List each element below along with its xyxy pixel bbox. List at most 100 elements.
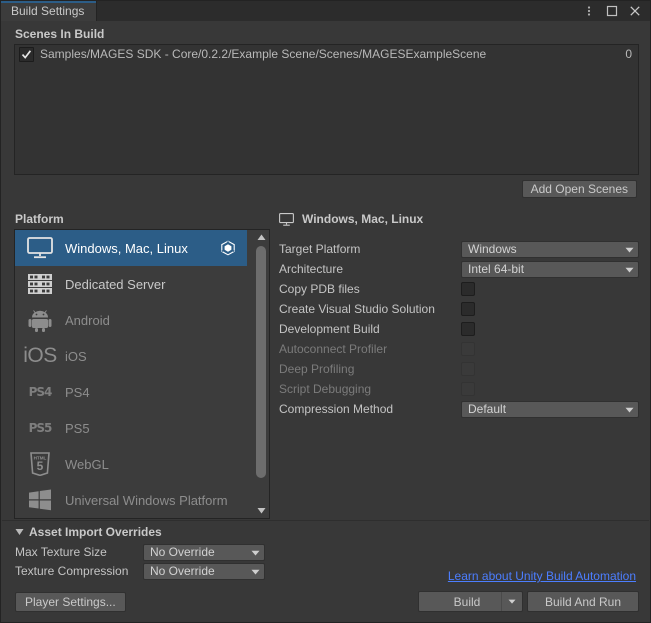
build-and-run-label: Build And Run: [544, 594, 622, 609]
script-debugging-label: Script Debugging: [279, 382, 372, 396]
platform-settings-header: Windows, Mac, Linux: [279, 209, 639, 229]
chevron-down-icon: [625, 402, 634, 416]
section-divider: [2, 520, 649, 521]
max-texture-size-dropdown[interactable]: No Override: [143, 543, 265, 561]
window-controls: [582, 1, 650, 21]
platform-item-webgl[interactable]: 5 HTML WebGL: [15, 446, 247, 482]
scenes-in-build-header: Scenes In Build: [15, 27, 105, 41]
setting-row: Compression Method Default: [279, 399, 639, 419]
build-dropdown-arrow-icon[interactable]: [501, 592, 522, 611]
compression-method-value: Default: [468, 402, 507, 416]
platform-item-label: Windows, Mac, Linux: [65, 240, 188, 256]
add-open-scenes-button[interactable]: Add Open Scenes: [521, 180, 637, 198]
platform-item-windows-mac-linux[interactable]: Windows, Mac, Linux: [15, 230, 247, 266]
platform-item-label: Dedicated Server: [65, 276, 166, 292]
development-build-checkbox[interactable]: [461, 322, 475, 336]
build-settings-window: Build Settings Scenes In Build Samples/M…: [0, 0, 651, 623]
create-visual-studio-solution-checkbox[interactable]: [461, 302, 475, 316]
compression-method-label: Compression Method: [279, 402, 394, 416]
deep-profiling-label: Deep Profiling: [279, 362, 355, 376]
windows-icon: [25, 487, 55, 513]
max-texture-size-label: Max Texture Size: [15, 545, 107, 559]
build-button-label: Build: [453, 594, 481, 609]
max-texture-size-row: Max Texture Size No Override: [15, 543, 265, 561]
setting-row: Target Platform Windows: [279, 239, 639, 259]
platform-settings-panel: Windows, Mac, Linux Target Platform Windo…: [279, 209, 639, 419]
scene-path: Samples/MAGES SDK - Core/0.2.2/Example S…: [40, 47, 487, 61]
chevron-down-icon: [251, 545, 260, 559]
html5-icon: 5 HTML: [25, 451, 55, 477]
platform-item-ps5[interactable]: PS5 PS5: [15, 410, 247, 446]
compression-method-dropdown[interactable]: Default: [461, 400, 639, 418]
architecture-dropdown[interactable]: Intel 64-bit: [461, 260, 639, 278]
platform-scrollbar[interactable]: [254, 231, 268, 517]
setting-row: Development Build: [279, 319, 639, 339]
more-options-icon[interactable]: [582, 4, 596, 18]
setting-row: Deep Profiling: [279, 359, 639, 379]
asset-import-overrides-header[interactable]: Asset Import Overrides: [15, 525, 162, 539]
autoconnect-profiler-checkbox: [461, 342, 475, 356]
platform-item-ios[interactable]: iOS iOS: [15, 338, 247, 374]
setting-row: Autoconnect Profiler: [279, 339, 639, 359]
development-build-label: Development Build: [279, 322, 380, 336]
maximize-icon[interactable]: [605, 4, 619, 18]
platform-list[interactable]: Windows, Mac, Linux Dedicated Server Andro…: [15, 230, 247, 518]
texture-compression-row: Texture Compression No Override: [15, 562, 265, 580]
scene-index: 0: [625, 47, 632, 61]
platform-item-label: PS5: [65, 420, 90, 436]
architecture-label: Architecture: [279, 262, 344, 276]
setting-row: Script Debugging: [279, 379, 639, 399]
platform-item-ps4[interactable]: PS4 PS4: [15, 374, 247, 410]
server-icon: [25, 271, 55, 297]
scene-row[interactable]: Samples/MAGES SDK - Core/0.2.2/Example S…: [15, 45, 638, 63]
chevron-down-icon: [251, 564, 260, 578]
svg-text:5: 5: [37, 459, 44, 473]
tab-build-settings[interactable]: Build Settings: [1, 1, 98, 21]
copy-pdb-files-checkbox[interactable]: [461, 282, 475, 296]
scrollbar-thumb[interactable]: [256, 246, 266, 478]
platform-item-label: Android: [65, 312, 110, 328]
platform-item-universal-windows-platform[interactable]: Universal Windows Platform: [15, 482, 247, 518]
texture-compression-dropdown[interactable]: No Override: [143, 562, 265, 580]
scroll-down-arrow-icon[interactable]: [254, 504, 268, 517]
platform-item-dedicated-server[interactable]: Dedicated Server: [15, 266, 247, 302]
platform-item-label: iOS: [65, 348, 87, 364]
create-visual-studio-solution-label: Create Visual Studio Solution: [279, 302, 435, 316]
max-texture-size-value: No Override: [150, 545, 215, 559]
ps5-icon: PS5: [28, 421, 53, 435]
chevron-down-icon: [625, 262, 634, 276]
monitor-icon: [25, 235, 55, 261]
scrollbar-track[interactable]: [254, 244, 268, 504]
platform-item-label: WebGL: [65, 456, 109, 472]
texture-compression-value: No Override: [150, 564, 215, 578]
platform-item-android[interactable]: Android: [15, 302, 247, 338]
unity-build-automation-link[interactable]: Learn about Unity Build Automation: [448, 569, 636, 583]
svg-text:HTML: HTML: [34, 455, 47, 460]
monitor-icon: [279, 212, 294, 226]
add-open-scenes-label: Add Open Scenes: [530, 182, 628, 196]
scroll-up-arrow-icon[interactable]: [254, 231, 268, 244]
platform-header: Platform: [15, 212, 64, 226]
target-platform-label: Target Platform: [279, 242, 361, 256]
platform-item-label: Universal Windows Platform: [65, 492, 228, 508]
target-platform-value: Windows: [468, 242, 517, 256]
tab-label: Build Settings: [11, 4, 85, 18]
chevron-down-icon: [625, 242, 634, 256]
titlebar-spacer: [97, 1, 582, 21]
setting-row: Create Visual Studio Solution: [279, 299, 639, 319]
build-button[interactable]: Build: [418, 591, 523, 612]
platform-list-box: Windows, Mac, Linux Dedicated Server Andro…: [14, 229, 270, 519]
target-platform-dropdown[interactable]: Windows: [461, 240, 639, 258]
setting-row: Architecture Intel 64-bit: [279, 259, 639, 279]
android-icon: [25, 307, 55, 333]
setting-row: Copy PDB files: [279, 279, 639, 299]
player-settings-button[interactable]: Player Settings...: [15, 592, 126, 612]
foldout-triangle-icon[interactable]: [15, 528, 24, 536]
autoconnect-profiler-label: Autoconnect Profiler: [279, 342, 388, 356]
scene-enabled-checkbox[interactable]: [19, 46, 34, 62]
close-icon[interactable]: [628, 4, 642, 18]
architecture-value: Intel 64-bit: [468, 262, 525, 276]
platform-settings-title: Windows, Mac, Linux: [302, 212, 424, 226]
scenes-in-build-list[interactable]: Samples/MAGES SDK - Core/0.2.2/Example S…: [14, 44, 639, 175]
build-and-run-button[interactable]: Build And Run: [527, 591, 639, 612]
